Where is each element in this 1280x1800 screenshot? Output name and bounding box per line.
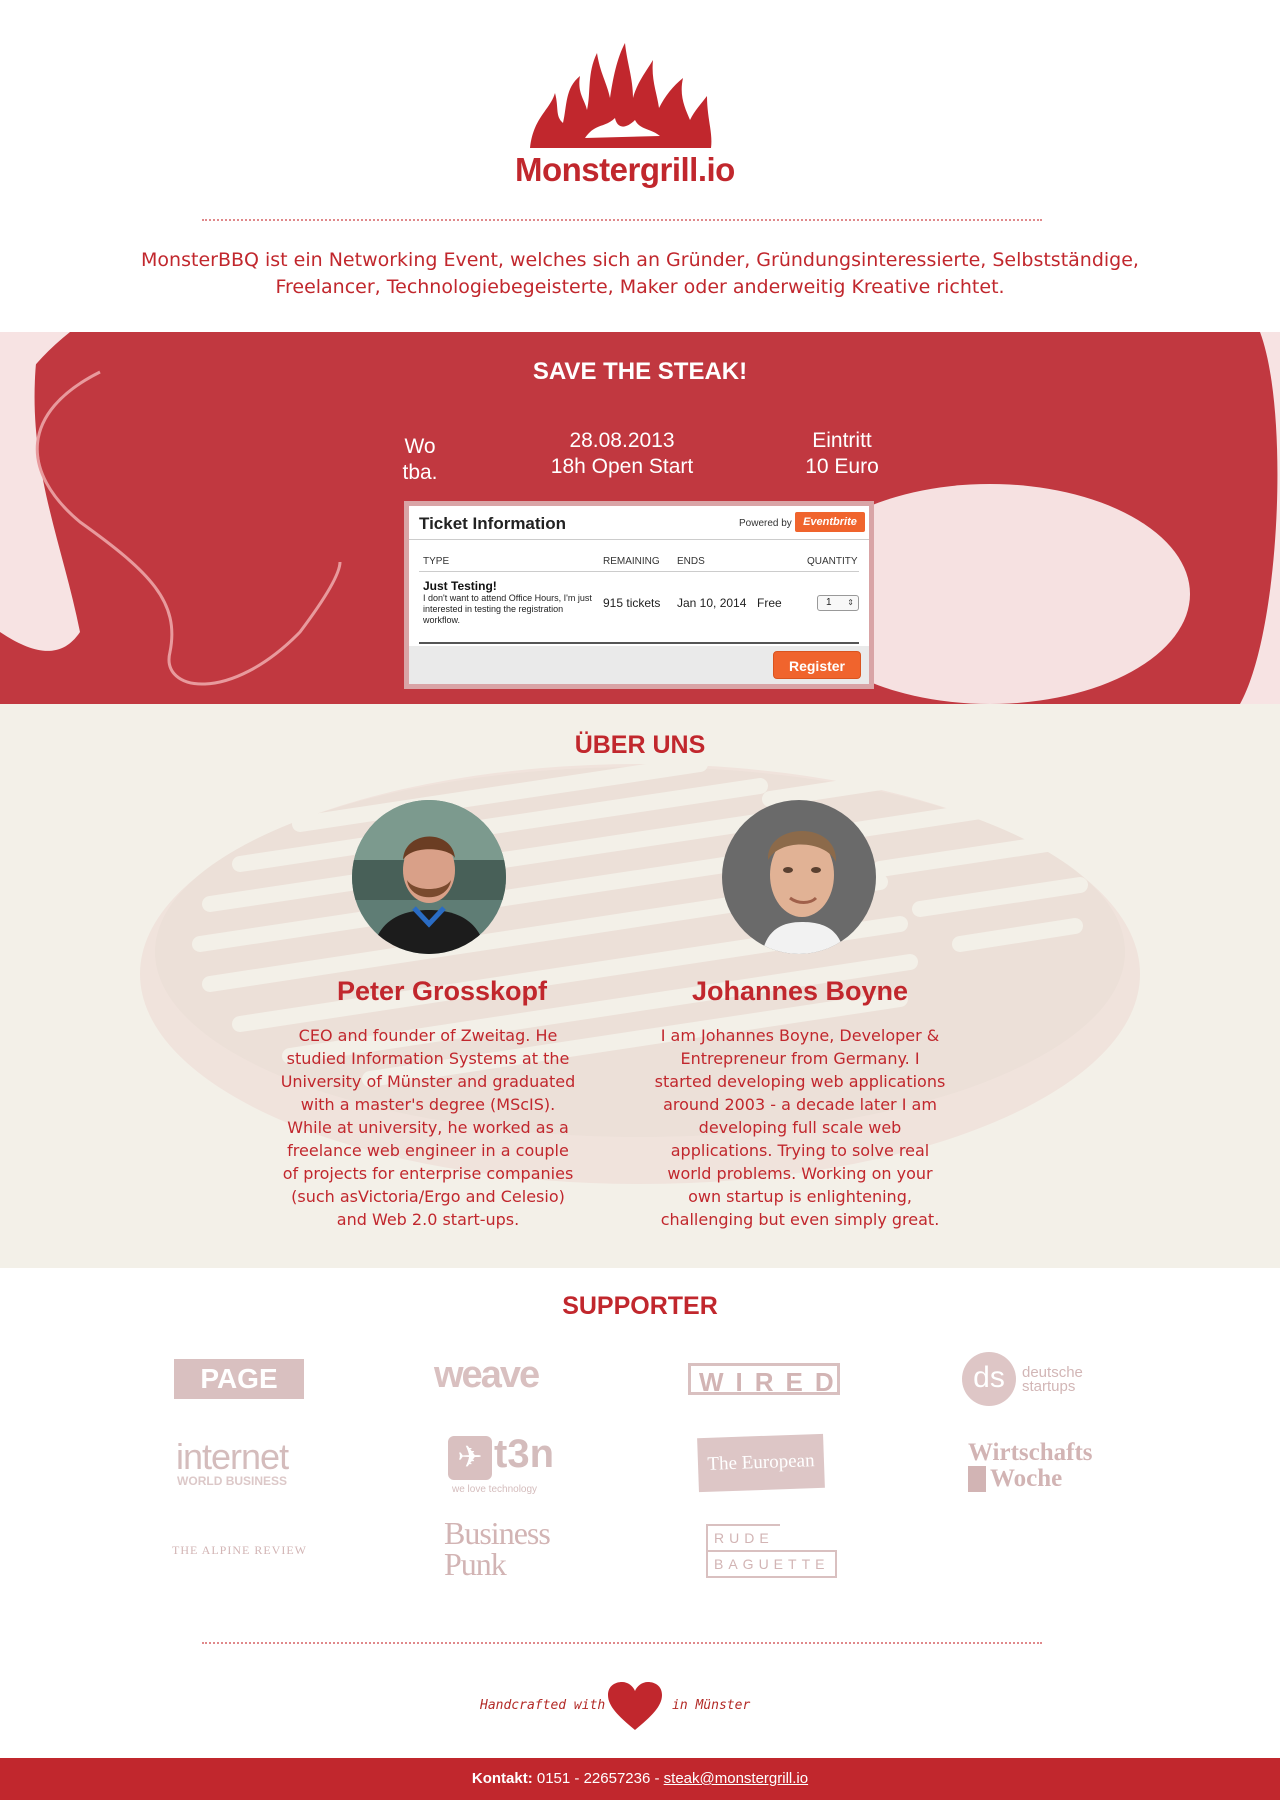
divider <box>202 1642 1042 1644</box>
time-value: 18h Open Start <box>550 455 694 478</box>
entry-value: 10 Euro <box>805 455 879 478</box>
sponsor-wirtschaftswoche-logo[interactable]: Wirtschafts Woche <box>968 1440 1093 1492</box>
ticket-title: Ticket Information <box>419 514 567 533</box>
ww-line2: Woche <box>968 1466 1062 1492</box>
supporter-section: SUPPORTER PAGE weave WIRED ds deutsche s… <box>0 1268 1280 1644</box>
divider <box>202 219 1042 221</box>
quantity-value: 1 <box>826 597 832 608</box>
person-name: Johannes Boyne <box>691 976 909 1006</box>
person-name: Peter Grosskopf <box>336 976 548 1006</box>
sponsor-alpine-review-logo[interactable]: THE ALPINE REVIEW <box>172 1543 307 1558</box>
handcrafted-text: Handcrafted with <box>480 1698 606 1713</box>
about-section: ÜBER UNS Peter Grosskopf CEO and founder… <box>0 704 1280 1268</box>
sponsor-deutsche-startups-logo[interactable]: deutsche startups <box>1022 1365 1083 1395</box>
ticket-type-name: Just Testing! <box>423 579 497 593</box>
logo[interactable]: Monstergrill.io <box>515 38 735 198</box>
sponsor-rude-baguette-logo[interactable]: RUDE BAGUETTE <box>706 1524 838 1578</box>
handcrafted-note: Handcrafted with in Münster <box>480 1682 810 1732</box>
avatar-peter <box>352 800 506 954</box>
t3n-tagline: we love technology <box>452 1484 538 1495</box>
ticket-type-description: I don't want to attend Office Hours, I'm… <box>423 593 592 625</box>
event-location: Wo tba. <box>370 434 470 486</box>
header-type: TYPE <box>423 556 450 567</box>
ticket-price: Free <box>757 596 782 610</box>
about-title: ÜBER UNS <box>574 731 706 759</box>
powered-by-label: Powered by <box>739 518 792 529</box>
event-date: 28.08.2013 18h Open Start <box>522 428 722 480</box>
event-title: SAVE THE STEAK! <box>532 358 748 385</box>
rb-line2: BAGUETTE <box>706 1550 838 1578</box>
bp-line1: Business <box>444 1515 551 1551</box>
ticket-header: Ticket Information Powered by Eventbrite <box>409 506 869 540</box>
sponsor-ds-mark[interactable]: ds <box>962 1352 1016 1406</box>
flame-icon <box>530 43 712 148</box>
ticket-widget: Ticket Information Powered by Eventbrite… <box>404 501 874 689</box>
quantity-select[interactable]: 1 ⇕ <box>817 595 859 611</box>
sponsor-business-punk-logo[interactable]: Business Punk <box>444 1515 551 1582</box>
sponsor-wired-logo[interactable]: WIRED <box>688 1363 840 1397</box>
location-value: tba. <box>402 461 438 484</box>
sponsor-page-logo[interactable]: PAGE <box>174 1359 304 1399</box>
avatar-johannes <box>722 800 876 954</box>
sponsor-internet-world-logo[interactable]: internet WORLD BUSINESS <box>176 1436 289 1489</box>
person-photo <box>722 800 876 954</box>
header-ends: ENDS <box>677 556 705 567</box>
contact-phone: 0151 - 22657236 <box>536 1770 651 1787</box>
heart-icon <box>608 1682 662 1730</box>
table-divider <box>419 571 859 572</box>
header-quantity: QUANTITY <box>807 556 858 567</box>
ticket-ends: Jan 10, 2014 <box>677 596 747 610</box>
intro-text: MonsterBBQ ist ein Networking Event, wel… <box>141 249 1139 298</box>
t3n-icon: ✈ <box>448 1436 492 1480</box>
sponsor-the-european-logo[interactable]: The European <box>697 1433 825 1493</box>
sponsor-t3n-logo[interactable]: t3n <box>494 1432 554 1477</box>
sponsor-weave-logo[interactable]: weave <box>434 1354 569 1397</box>
bp-line2: Punk <box>444 1546 507 1582</box>
select-arrows-icon: ⇕ <box>847 598 854 607</box>
entry-label: Eintritt <box>812 429 872 452</box>
contact-separator: - <box>654 1770 660 1787</box>
person-photo <box>352 800 506 954</box>
contact-email-link[interactable]: steak@monstergrill.io <box>664 1770 808 1787</box>
iwb-line1: internet <box>176 1436 289 1477</box>
footer: Kontakt: 0151 - 22657236 - steak@monster… <box>0 1758 1280 1800</box>
header-remaining: REMAINING <box>603 556 660 567</box>
brand-name: Monstergrill.io <box>515 151 735 188</box>
contact-label: Kontakt: <box>471 1770 533 1787</box>
register-button[interactable]: Register <box>773 651 861 679</box>
date-value: 28.08.2013 <box>569 429 675 452</box>
ds-line2: startups <box>1022 1378 1076 1395</box>
person-bio: I am Johannes Boyne, Developer & Entrepr… <box>654 1026 946 1229</box>
header: Monstergrill.io MonsterBBQ ist ein Netwo… <box>0 0 1280 330</box>
iwb-line2: WORLD BUSINESS <box>177 1474 288 1488</box>
rb-line1: RUDE <box>706 1524 780 1550</box>
location-label: Wo <box>404 435 436 458</box>
ww-line1: Wirtschafts <box>968 1439 1093 1466</box>
handcrafted-location: in Münster <box>672 1698 751 1713</box>
ticket-footer: Register <box>409 646 869 684</box>
supporter-title: SUPPORTER <box>562 1292 718 1320</box>
table-bottom-divider <box>419 642 859 644</box>
event-entry: Eintritt 10 Euro <box>782 428 902 480</box>
ticket-remaining: 915 tickets <box>603 596 661 610</box>
eventbrite-logo[interactable]: Eventbrite <box>795 512 865 532</box>
person-bio: CEO and founder of Zweitag. He studied I… <box>280 1026 576 1229</box>
